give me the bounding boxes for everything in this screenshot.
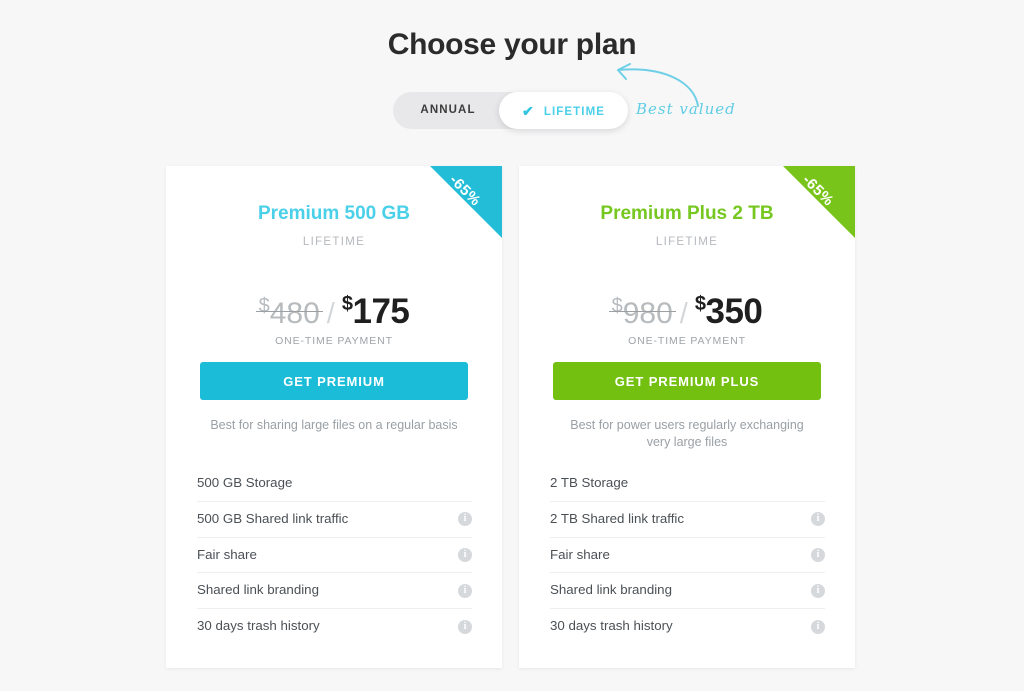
feature-row: 30 days trash history i [550,608,825,644]
feature-row: 500 GB Shared link traffic i [197,500,472,537]
feature-list: 2 TB Storage i 2 TB Shared link traffic … [550,466,825,644]
pricing-card-premium-plus: -65% Premium Plus 2 TB LIFETIME $980/$35… [519,166,855,668]
feature-label: 30 days trash history [550,618,673,634]
feature-row: Fair share i [550,536,825,573]
feature-row: Fair share i [197,536,472,573]
info-icon[interactable]: i [811,619,825,634]
old-price-currency: $ [611,295,623,317]
new-price: $175 [342,292,410,331]
old-price-value: 980 [622,297,673,330]
new-price-currency: $ [694,293,706,315]
price-separator: / [326,298,335,330]
price-row: $480/$175 [166,250,502,331]
new-price-value: 175 [352,292,410,331]
info-icon[interactable]: i [458,583,472,598]
feature-row: 2 TB Shared link traffic i [550,500,825,537]
info-icon[interactable]: i [458,512,472,527]
feature-row: Shared link branding i [550,572,825,608]
feature-label: 500 GB Storage [197,475,293,490]
old-price-value: 480 [269,297,320,330]
feature-label: Shared link branding [197,582,319,598]
info-icon[interactable]: i [811,512,825,527]
feature-list: 500 GB Storage i 500 GB Shared link traf… [197,466,472,644]
best-valued-annotation: Best valued [636,100,736,118]
feature-row: 2 TB Storage i [550,466,825,501]
price-row: $980/$350 [519,250,855,331]
feature-label: 500 GB Shared link traffic [197,510,349,526]
feature-label: 2 TB Shared link traffic [550,510,685,526]
get-premium-button[interactable]: GET PREMIUM [200,362,468,400]
info-icon[interactable]: i [458,547,472,562]
old-price-currency: $ [258,295,270,317]
feature-label: Fair share [550,546,610,562]
feature-row: 500 GB Storage i [197,466,472,501]
page-title: Choose your plan [387,28,637,61]
feature-label: 30 days trash history [197,618,320,634]
old-price: $980 [608,285,676,335]
pricing-card-premium: -65% Premium 500 GB LIFETIME $480/$175 O… [166,166,502,668]
feature-row: 30 days trash history i [197,608,472,644]
check-icon: ✔ [521,103,535,119]
feature-label: Fair share [197,546,257,562]
info-icon[interactable]: i [811,547,825,562]
plan-blurb: Best for sharing large files on a regula… [210,418,458,432]
feature-label: Shared link branding [550,582,672,598]
info-icon[interactable]: i [811,583,825,598]
plan-blurb: Best for power users regularly exchangin… [570,418,804,449]
new-price: $350 [695,292,763,331]
feature-label: 2 TB Storage [550,475,629,490]
toggle-option-annual[interactable]: ANNUAL [393,92,503,129]
old-price: $480 [255,285,323,335]
get-premium-plus-button[interactable]: GET PREMIUM PLUS [553,362,821,400]
price-separator: / [679,298,688,330]
toggle-annual-label: ANNUAL [420,104,476,116]
new-price-currency: $ [341,293,353,315]
feature-row: Shared link branding i [197,572,472,608]
info-icon[interactable]: i [458,619,472,634]
new-price-value: 350 [705,292,763,331]
